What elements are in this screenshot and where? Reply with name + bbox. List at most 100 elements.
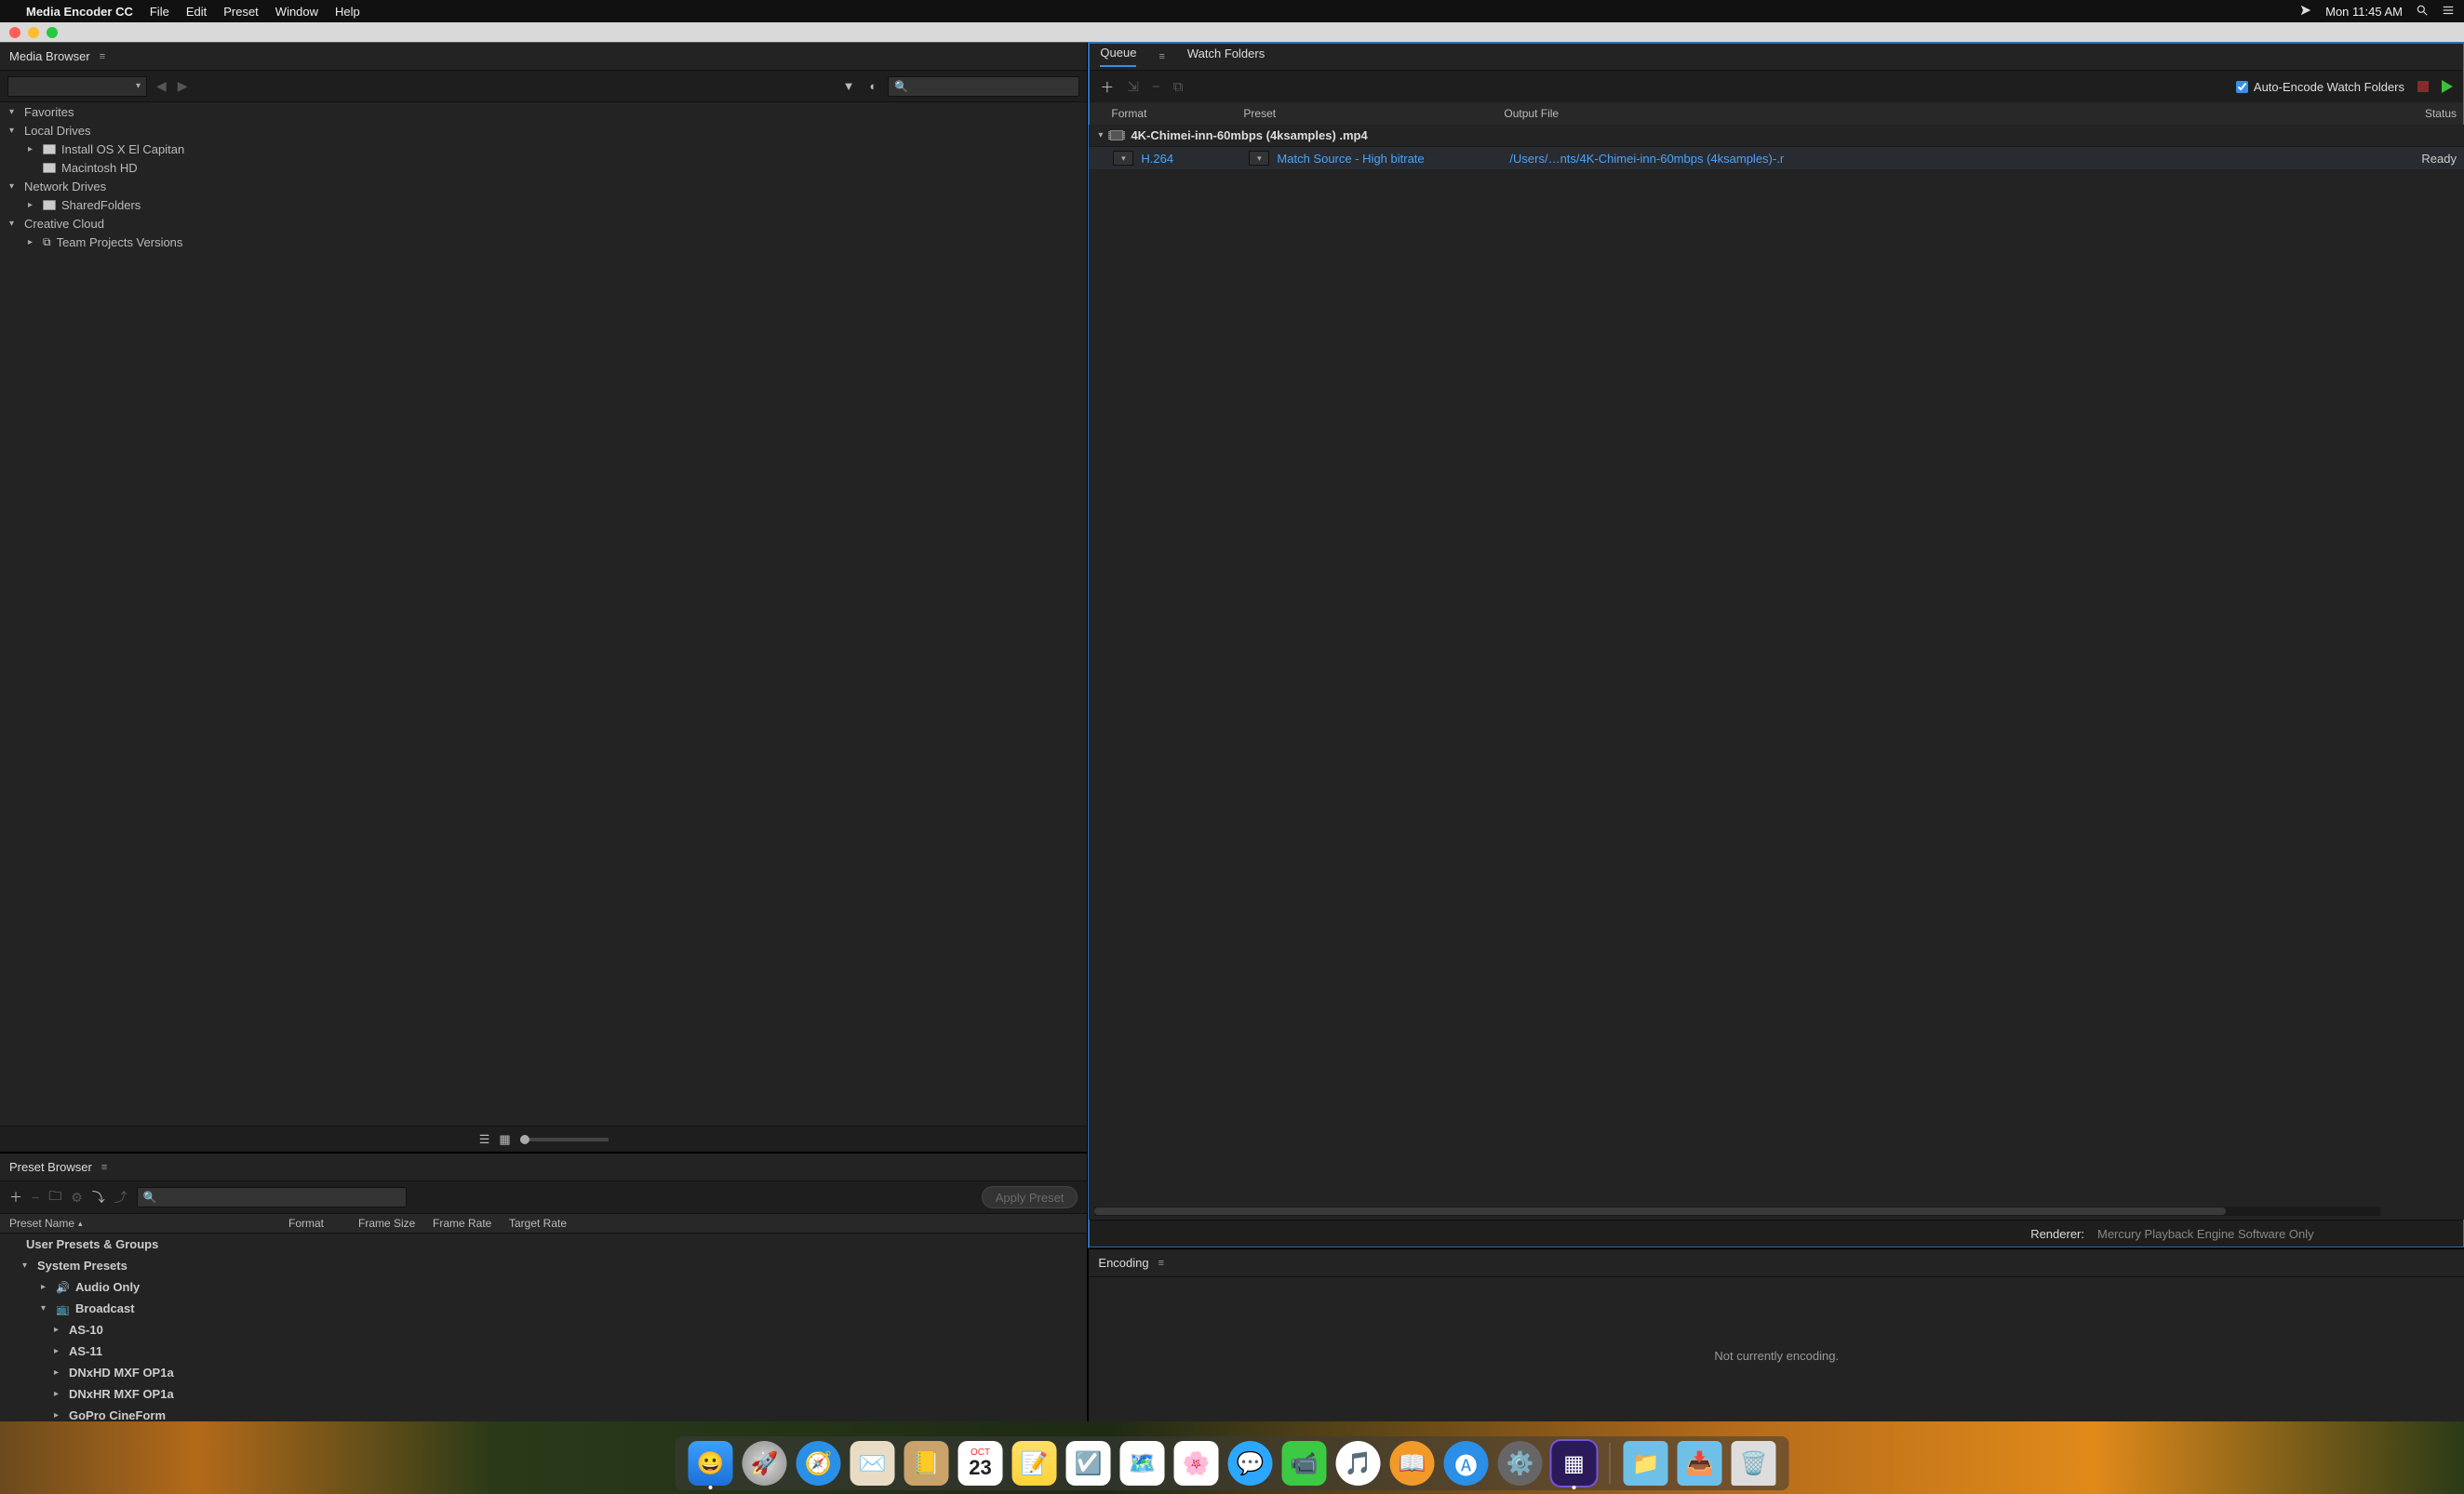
dock-trash-icon[interactable]: 🗑️ [1732,1441,1776,1486]
menu-help[interactable]: Help [335,5,360,19]
dock-sysprefs-icon[interactable]: ⚙️ [1498,1441,1543,1486]
window-minimize-button[interactable] [28,27,39,38]
tree-install-osx[interactable]: ▸ Install OS X El Capitan [0,140,1087,158]
dock-maps-icon[interactable]: 🗺️ [1120,1441,1165,1486]
col-preset[interactable]: Preset [1243,107,1504,120]
duplicate-icon[interactable]: ⧉ [1173,79,1184,95]
remove-icon[interactable]: − [1152,79,1160,95]
thumbnail-view-icon[interactable]: ▦ [499,1132,510,1147]
col-preset-name[interactable]: Preset Name [9,1217,74,1230]
queue-output-preset[interactable]: Match Source - High bitrate [1277,152,1424,166]
preset-broadcast[interactable]: ▾ 📺 Broadcast [0,1298,1087,1319]
spotlight-icon[interactable] [2416,4,2429,20]
col-target-rate[interactable]: Target Rate [509,1217,1087,1230]
dock-launchpad-icon[interactable]: 🚀 [743,1441,787,1486]
preset-search-input[interactable] [161,1191,400,1204]
queue-panel-menu-icon[interactable]: ≡ [1158,51,1164,62]
export-preset-icon[interactable]: ⤴ [114,1188,127,1207]
dock-applications-folder-icon[interactable]: 📁 [1624,1441,1668,1486]
new-group-icon[interactable]: 🗀 [48,1186,61,1208]
list-view-icon[interactable]: ☰ [479,1132,490,1147]
tree-mac-hd[interactable]: Macintosh HD [0,158,1087,177]
thumbnail-size-slider[interactable] [520,1138,609,1141]
menu-file[interactable]: File [150,5,169,19]
preset-as11[interactable]: ▸ AS-11 [0,1341,1087,1362]
nav-forward-icon[interactable]: ▶ [176,78,190,94]
preset-audio-only[interactable]: ▸ 🔊 Audio Only [0,1276,1087,1298]
dock-facetime-icon[interactable]: 📹 [1282,1441,1327,1486]
add-output-icon[interactable]: ⇲ [1127,78,1139,95]
preset-settings-icon[interactable]: ⚙ [71,1190,83,1206]
tree-favorites[interactable]: ▾ Favorites [0,102,1087,121]
media-browser-search[interactable]: 🔍 [888,76,1079,97]
control-center-icon[interactable] [2442,4,2455,20]
dock-appstore-icon[interactable]: 🅐 [1444,1441,1489,1486]
menu-window[interactable]: Window [275,5,318,19]
start-queue-button[interactable] [2442,80,2453,93]
dock-downloads-folder-icon[interactable]: 📥 [1678,1441,1722,1486]
tab-queue[interactable]: Queue [1100,46,1136,67]
preset-dropdown[interactable]: ▾ [1249,151,1269,166]
menubar-clock[interactable]: Mon 11:45 AM [2325,5,2403,19]
auto-encode-input[interactable] [2236,81,2248,93]
queue-output-format[interactable]: H.264 [1141,152,1249,166]
dock-mail-icon[interactable]: ✉️ [850,1441,895,1486]
queue-source-row[interactable]: ▾ 4K-Chimei-inn-60mbps (4ksamples) .mp4 [1089,125,2464,147]
import-preset-icon[interactable]: ⤵ [92,1188,105,1207]
queue-output-file[interactable]: /Users/…nts/4K-Chimei-inn-60mbps (4ksamp… [1509,152,1784,166]
dock-finder-icon[interactable]: 😀 [689,1441,733,1486]
tree-network-drives[interactable]: ▾ Network Drives [0,177,1087,195]
preset-user-group[interactable]: User Presets & Groups [0,1234,1087,1255]
nav-back-icon[interactable]: ◀ [154,78,168,94]
tab-watch-folders[interactable]: Watch Folders [1187,47,1265,66]
dock-photos-icon[interactable]: 🌸 [1174,1441,1219,1486]
dock-messages-icon[interactable]: 💬 [1228,1441,1273,1486]
media-browser-search-input[interactable] [912,80,1073,93]
menu-preset[interactable]: Preset [223,5,259,19]
col-format[interactable]: Format [1111,107,1243,120]
col-format[interactable]: Format [288,1217,358,1230]
renderer-dropdown[interactable]: Mercury Playback Engine Software Only [2097,1227,2451,1241]
dock-itunes-icon[interactable]: 🎵 [1336,1441,1381,1486]
media-browser-panel-menu-icon[interactable]: ≡ [100,51,105,62]
window-close-button[interactable] [9,27,20,38]
cc-status-icon[interactable] [2299,4,2312,20]
preset-system-group[interactable]: ▾ System Presets [0,1255,1087,1276]
filter-icon[interactable]: ▼ [839,79,859,93]
dock-ibooks-icon[interactable]: 📖 [1390,1441,1435,1486]
scrollbar-thumb[interactable] [1094,1207,2226,1215]
col-frame-size[interactable]: Frame Size [358,1217,433,1230]
col-output[interactable]: Output File [1504,107,1778,120]
col-status[interactable]: Status [1778,107,2464,120]
tree-team-projects[interactable]: ▸ ⧉ Team Projects Versions [0,233,1087,251]
preset-search[interactable]: 🔍 [137,1187,407,1207]
apply-preset-button[interactable]: Apply Preset [982,1186,1078,1208]
dock-notes-icon[interactable]: 📝 [1012,1441,1057,1486]
encoding-panel-menu-icon[interactable]: ≡ [1158,1258,1164,1269]
remove-preset-icon[interactable]: − [32,1190,39,1205]
app-name[interactable]: Media Encoder CC [26,5,133,19]
menu-edit[interactable]: Edit [186,5,207,19]
window-zoom-button[interactable] [47,27,58,38]
preset-browser-panel-menu-icon[interactable]: ≡ [101,1162,107,1173]
queue-hscroll[interactable] [1094,1207,2380,1216]
preset-dnxhr[interactable]: ▸ DNxHR MXF OP1a [0,1383,1087,1405]
preset-dnxhd[interactable]: ▸ DNxHD MXF OP1a [0,1362,1087,1383]
dock-calendar-icon[interactable]: OCT 23 [958,1441,1003,1486]
media-browser-path-dropdown[interactable]: ▾ [7,76,147,97]
stop-queue-button[interactable] [2417,81,2429,92]
tree-shared-folders[interactable]: ▸ SharedFolders [0,195,1087,214]
format-dropdown[interactable]: ▾ [1113,151,1133,166]
add-source-icon[interactable]: ＋ [1100,77,1114,97]
dock-safari-icon[interactable]: 🧭 [797,1441,841,1486]
col-frame-rate[interactable]: Frame Rate [433,1217,509,1230]
dock-media-encoder-icon[interactable]: ▦ [1552,1441,1597,1486]
auto-encode-checkbox[interactable]: Auto-Encode Watch Folders [2236,80,2404,94]
tree-local-drives[interactable]: ▾ Local Drives [0,121,1087,140]
dock-reminders-icon[interactable]: ☑️ [1066,1441,1111,1486]
ingest-icon[interactable]: ◐ [866,79,881,93]
preset-as10[interactable]: ▸ AS-10 [0,1319,1087,1341]
dock-contacts-icon[interactable]: 📒 [904,1441,949,1486]
add-preset-icon[interactable]: ＋ [9,1188,22,1207]
tree-creative-cloud[interactable]: ▾ Creative Cloud [0,214,1087,233]
